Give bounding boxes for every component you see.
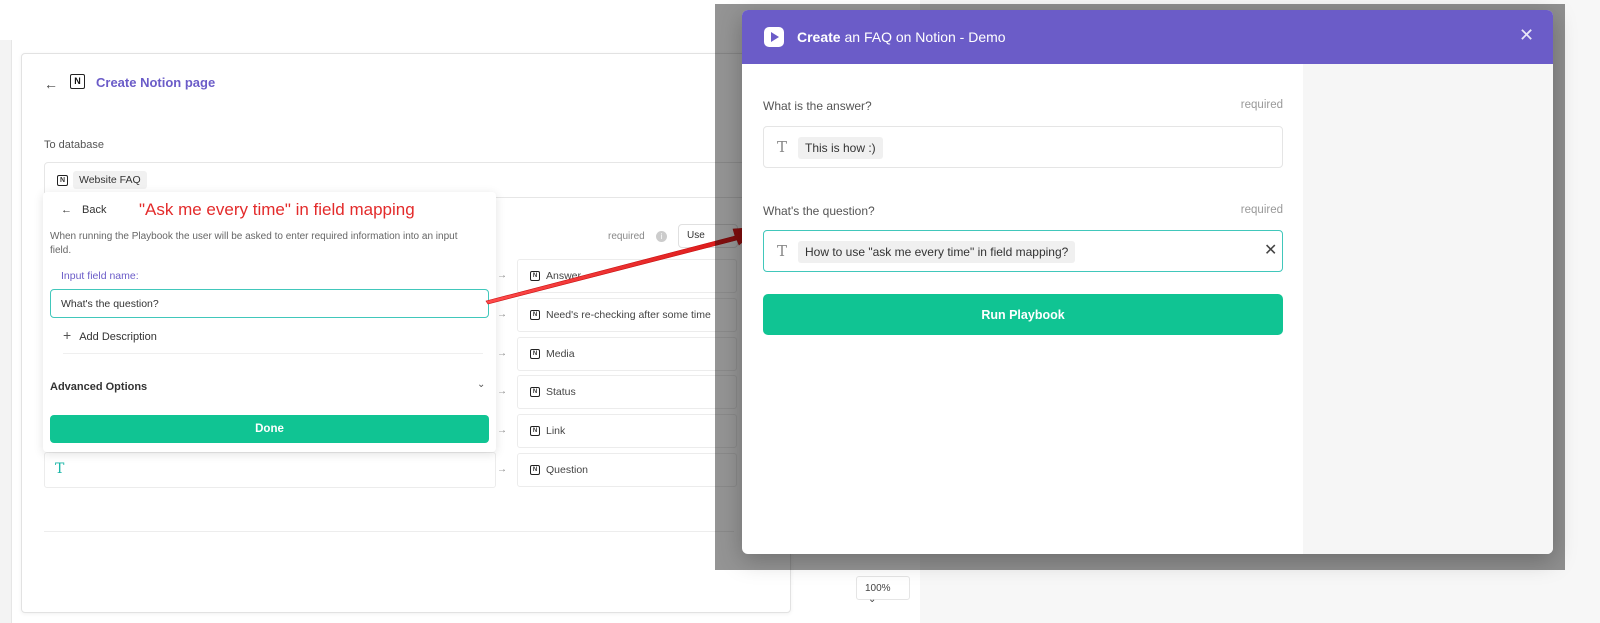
notion-icon: N: [57, 175, 68, 186]
text-type-icon: T: [777, 138, 788, 156]
notion-icon: N: [530, 387, 540, 397]
back-arrow-icon[interactable]: ←: [44, 76, 58, 92]
text-type-icon: T: [777, 242, 788, 260]
dialog-title: Create an FAQ on Notion - Demo: [797, 29, 1006, 45]
required-label: required: [608, 231, 645, 242]
field-label: Answer: [546, 270, 582, 282]
background-left-strip: [0, 40, 12, 623]
input-field-name[interactable]: [50, 289, 489, 318]
notion-icon: N: [530, 349, 540, 359]
dialog-header: Create an FAQ on Notion - Demo ✕: [742, 10, 1553, 64]
answer-input[interactable]: T This is how :): [763, 126, 1283, 168]
field-label: Question: [546, 464, 589, 476]
arrow-right-icon: →: [497, 425, 507, 436]
arrow-right-icon: →: [497, 309, 507, 320]
annotation-label: "Ask me every time" in field mapping: [139, 200, 415, 219]
arrow-right-icon: →: [497, 348, 507, 359]
arrow-right-icon: →: [497, 270, 507, 281]
database-label: To database: [44, 139, 104, 151]
info-icon[interactable]: i: [656, 231, 667, 242]
chevron-down-icon[interactable]: ⌄: [477, 379, 485, 390]
chevron-down-icon: ⌄: [868, 594, 877, 605]
field-label: Media: [546, 348, 575, 360]
back-label: Back: [82, 204, 107, 216]
zoom-control[interactable]: 100% ⌄: [856, 576, 910, 605]
add-description-label: Add Description: [79, 331, 157, 343]
answer-required: required: [1240, 99, 1283, 111]
zoom-value: 100%: [865, 583, 891, 594]
run-playbook-dialog: Create an FAQ on Notion - Demo ✕ What is…: [742, 10, 1553, 554]
ask-every-time-popover: ← Back When running the Playbook the user…: [43, 192, 496, 452]
popover-back-button[interactable]: ← Back: [61, 204, 106, 216]
notion-icon: N: [530, 310, 540, 320]
divider: [44, 531, 734, 532]
field-status[interactable]: → N Status: [497, 375, 737, 409]
add-description-button[interactable]: + Add Description: [63, 327, 157, 343]
question-value: How to use "ask me every time" in field …: [798, 241, 1076, 263]
dialog-side-panel: [1303, 64, 1553, 554]
field-label: Status: [546, 386, 576, 398]
answer-value: This is how :): [798, 137, 883, 159]
field-link[interactable]: → N Link: [497, 414, 737, 448]
notion-icon: N: [530, 426, 540, 436]
close-icon[interactable]: ✕: [1519, 25, 1534, 46]
dialog-title-rest: an FAQ on Notion - Demo: [840, 29, 1006, 45]
question-input[interactable]: T How to use "ask me every time" in fiel…: [763, 230, 1283, 272]
advanced-options-toggle[interactable]: Advanced Options: [50, 381, 147, 393]
divider: [63, 353, 483, 354]
plus-icon: +: [63, 327, 72, 343]
answer-label: What is the answer?: [763, 99, 872, 113]
arrow-right-icon: →: [497, 386, 507, 397]
input-field-name-label: Input field name:: [61, 270, 139, 282]
editor-title: Create Notion page: [96, 75, 216, 90]
database-chip: Website FAQ: [73, 171, 147, 189]
run-playbook-button[interactable]: Run Playbook: [763, 294, 1283, 335]
notion-icon: N: [70, 74, 85, 89]
field-media[interactable]: → N Media: [497, 337, 737, 371]
back-arrow-icon: ←: [61, 204, 72, 216]
question-source-row[interactable]: T: [44, 452, 496, 488]
play-icon: [764, 27, 784, 47]
dialog-title-bold: Create: [797, 29, 841, 45]
question-required: required: [1240, 204, 1283, 216]
notion-icon: N: [530, 271, 540, 281]
arrow-right-icon: →: [497, 464, 507, 475]
field-label: Need's re-checking after some time: [546, 309, 711, 321]
clear-icon[interactable]: ✕: [1264, 240, 1277, 260]
popover-description: When running the Playbook the user will …: [50, 231, 458, 256]
done-button[interactable]: Done: [50, 415, 489, 443]
notion-icon: N: [530, 465, 540, 475]
field-label: Link: [546, 425, 566, 437]
question-label: What's the question?: [763, 204, 875, 218]
field-rechecking[interactable]: → N Need's re-checking after some time: [497, 298, 737, 332]
text-type-icon: T: [55, 461, 65, 477]
field-answer[interactable]: → N Answer: [497, 259, 737, 293]
field-question[interactable]: → N Question: [497, 453, 737, 487]
